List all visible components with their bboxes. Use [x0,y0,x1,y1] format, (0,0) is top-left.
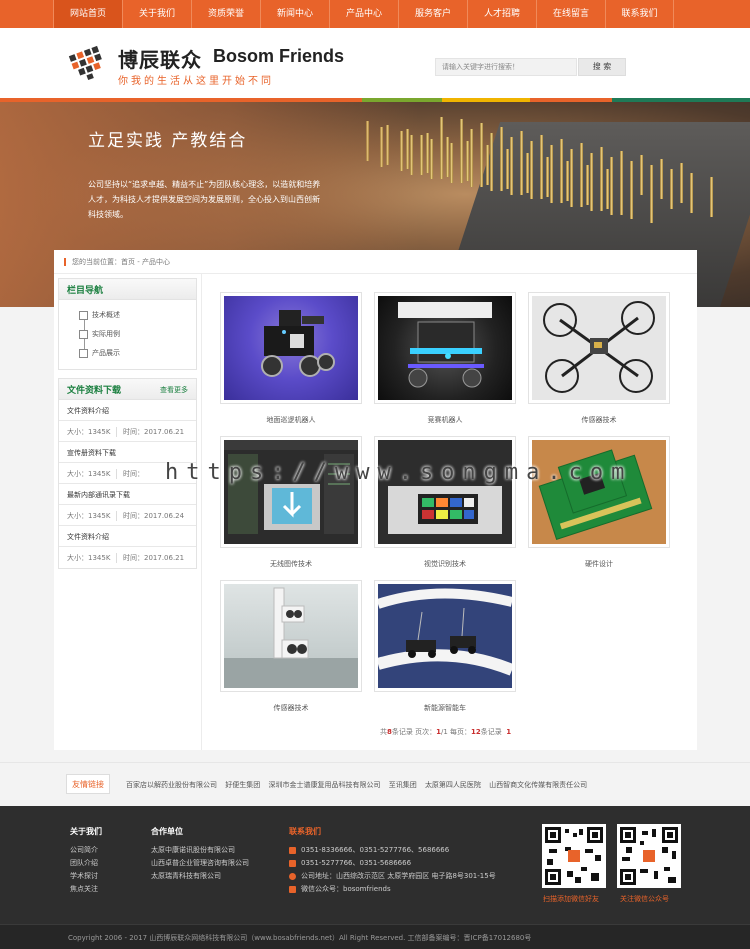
footer-phone-1: 0351-8336666、0351-5277766、5686666 [289,845,449,855]
nav-clients[interactable]: 服务客户 [398,0,467,28]
friend-links: 友情链接 百家店以解药业股份有限公司 好便生集团 深圳市金士谱康复用品科技有限公… [0,762,750,806]
product-card[interactable]: 地面巡逻机器人 [220,292,362,425]
nav-products[interactable]: 产品中心 [329,0,398,28]
sidebar-item-overview[interactable]: 技术概述 [79,310,120,320]
product-caption: 视觉识别技术 [424,560,466,568]
fax-icon [289,859,296,867]
footer-partner-link[interactable]: 山西卓普企业管理咨询有限公司 [151,858,249,868]
search-input[interactable]: 请输入关键字进行搜索！ [435,58,577,76]
file-title[interactable]: 文件资料介绍 [59,400,196,421]
footer-partner-link[interactable]: 太原瑞青科技有限公司 [151,871,221,881]
phone-icon [289,846,296,854]
product-caption: 传感器技术 [273,704,309,712]
nav-news[interactable]: 新闻中心 [260,0,329,28]
footer-wechat: 微信公众号：bosomfriends [289,884,391,894]
files-more-link[interactable]: 查看更多 [160,385,188,395]
product-card[interactable]: 传感器技术 [220,580,362,713]
product-card[interactable]: 新能源智能车 [374,580,516,713]
patrol-robot-image [224,296,358,400]
tree-node-icon [79,329,88,339]
copyright: Copyright 2006 - 2017 山西博辰联众网络科技有限公司（www… [0,924,750,949]
nav-about[interactable]: 关于我们 [122,0,191,28]
product-card[interactable]: 硬件设计 [528,436,670,569]
friend-link[interactable]: 好便生集团 [225,781,260,789]
product-caption: 地面巡逻机器人 [266,416,316,424]
top-nav: 网站首页 关于我们 资质荣誉 新闻中心 产品中心 服务客户 人才招聘 在线留言 … [0,0,750,28]
footer-about-link[interactable]: 公司简介 [70,845,98,855]
file-meta: 大小：1345K 时间：2017.06.21 [67,553,185,563]
logo-icon [68,45,102,81]
site-header: 博辰联众 Bosom Friends 你我的生活从这里开始不同 请输入关键字进行… [0,28,750,98]
site-footer: 关于我们 公司简介 团队介绍 学术探讨 焦点关注 合作单位 太原中康诺讯股份有限… [0,806,750,949]
nav-jobs[interactable]: 人才招聘 [467,0,536,28]
circuit-board-image [532,440,666,544]
sidebar: 栏目导航 技术概述 实际用例 产品展示 文件资料下载 查看更多 文件资料介绍 大… [54,274,202,750]
search-button[interactable]: 搜 索 [578,58,626,76]
wechat-icon [289,885,296,893]
product-caption: 传感器技术 [581,416,617,424]
sidebar-files-title: 文件资料下载 查看更多 [58,378,197,400]
sidebar-item-cases[interactable]: 实际用例 [79,329,120,339]
friend-link[interactable]: 深圳市金士谱康复用品科技有限公司 [268,781,380,789]
location-icon [289,872,296,880]
tree-node-icon [79,348,88,358]
footer-phone-2: 0351-5277766、0351-5686666 [289,858,411,868]
footer-about-link[interactable]: 焦点关注 [70,884,98,894]
footer-partner-link[interactable]: 太原中康诺讯股份有限公司 [151,845,235,855]
product-card[interactable]: 竞赛机器人 [374,292,516,425]
wireless-video-image [224,440,358,544]
friend-link[interactable]: 山西智商文化传媒有限责任公司 [489,781,587,789]
footer-about-link[interactable]: 团队介绍 [70,858,98,868]
product-caption: 竞赛机器人 [427,416,463,424]
logo-slogan: 你我的生活从这里开始不同 [118,76,274,87]
product-caption: 硬件设计 [585,560,613,568]
footer-contact-title: 联系我们 [289,827,321,836]
tree-node-icon [79,310,88,320]
product-card[interactable]: 传感器技术 [528,292,670,425]
nav-message[interactable]: 在线留言 [536,0,605,28]
footer-about-title: 关于我们 [70,827,102,836]
nav-home[interactable]: 网站首页 [53,0,122,28]
logo-english: Bosom Friends [213,46,345,66]
friend-link[interactable]: 至讯集团 [389,781,417,789]
product-caption: 无线图传技术 [270,560,312,568]
sensor-image [224,584,358,688]
vision-recognition-image [378,440,512,544]
friend-links-label: 友情链接 [66,774,110,794]
nav-honors[interactable]: 资质荣誉 [191,0,260,28]
file-meta: 大小：1345K 时间：2017.06.21 [59,421,196,442]
footer-about-link[interactable]: 学术探讨 [70,871,98,881]
file-title[interactable]: 最新内部通讯录下载 [59,484,196,505]
qr-caption-friend: 扫描添加微信好友 [543,895,599,903]
breadcrumb: 您的当前位置：首页 - 产品中心 [54,250,697,274]
file-meta: 大小：1345K 时间：2017.06.24 [59,505,196,526]
product-card[interactable]: 无线图传技术 [220,436,362,569]
banner-text: 公司坚持以“追求卓越、精益不止”为团队核心理念，以造就和培养人才，为科技人才提供… [88,180,321,219]
banner-title: 立足实践 产教结合 [88,131,248,151]
qr-code-wechat-friend [542,824,606,888]
qr-caption-official: 关注微信公众号 [620,895,669,903]
product-card[interactable]: 视觉识别技术 [374,436,516,569]
watermark-text: https://www.songma.com [165,460,633,485]
content-card: 您的当前位置：首页 - 产品中心 栏目导航 技术概述 实际用例 产品展示 文件资… [54,250,697,750]
logo-chinese: 博辰联众 [118,48,202,72]
drone-image [532,296,666,400]
product-caption: 新能源智能车 [424,704,466,712]
friend-link[interactable]: 百家店以解药业股份有限公司 [126,781,217,789]
footer-partners-title: 合作单位 [151,827,183,836]
sidebar-item-products[interactable]: 产品展示 [79,348,120,358]
sidebar-nav-title: 栏目导航 [58,278,197,300]
nav-contact[interactable]: 联系我们 [605,0,674,28]
pagination: 共8条记录 页次：1/1 每页：12条记录 1 [380,728,512,736]
page-link-1[interactable]: 1 [506,728,511,736]
qr-code-official-account [617,824,681,888]
smart-car-image [378,584,512,688]
footer-address: 公司地址：山西综改示范区 太原学府园区 电子路8号301-15号 [289,871,496,881]
friend-link[interactable]: 太原第四人民医院 [425,781,481,789]
file-title[interactable]: 文件资料介绍 [59,526,196,547]
competition-robot-image [378,296,512,400]
sidebar-nav-tree: 技术概述 实际用例 产品展示 [58,300,197,370]
